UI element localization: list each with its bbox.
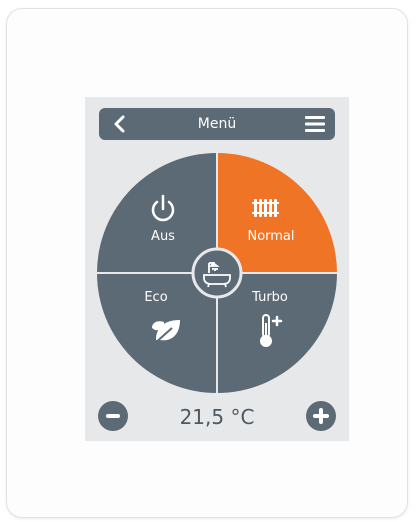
- center-mode-button[interactable]: [191, 247, 243, 299]
- temperature-control: 21,5 °C: [85, 395, 349, 441]
- mode-normal-label: Normal: [247, 229, 295, 244]
- mode-wheel: [97, 153, 337, 393]
- mode-turbo-label: Turbo: [252, 290, 288, 305]
- mode-off-label: Aus: [151, 229, 175, 244]
- header-bar: Menü: [99, 108, 335, 140]
- menu-button[interactable]: [301, 108, 329, 140]
- chevron-left-icon: [114, 115, 125, 133]
- plus-icon: [313, 408, 329, 424]
- radiator-icon: [252, 199, 279, 217]
- hamburger-icon: [305, 116, 325, 132]
- back-button[interactable]: [105, 108, 133, 140]
- mode-eco-label: Eco: [144, 290, 168, 305]
- increase-temperature-button[interactable]: [306, 401, 336, 431]
- temperature-value: 21,5 °C: [179, 405, 255, 429]
- minus-icon: [106, 414, 120, 418]
- decrease-temperature-button[interactable]: [98, 401, 128, 431]
- page-title: Menü: [197, 116, 237, 132]
